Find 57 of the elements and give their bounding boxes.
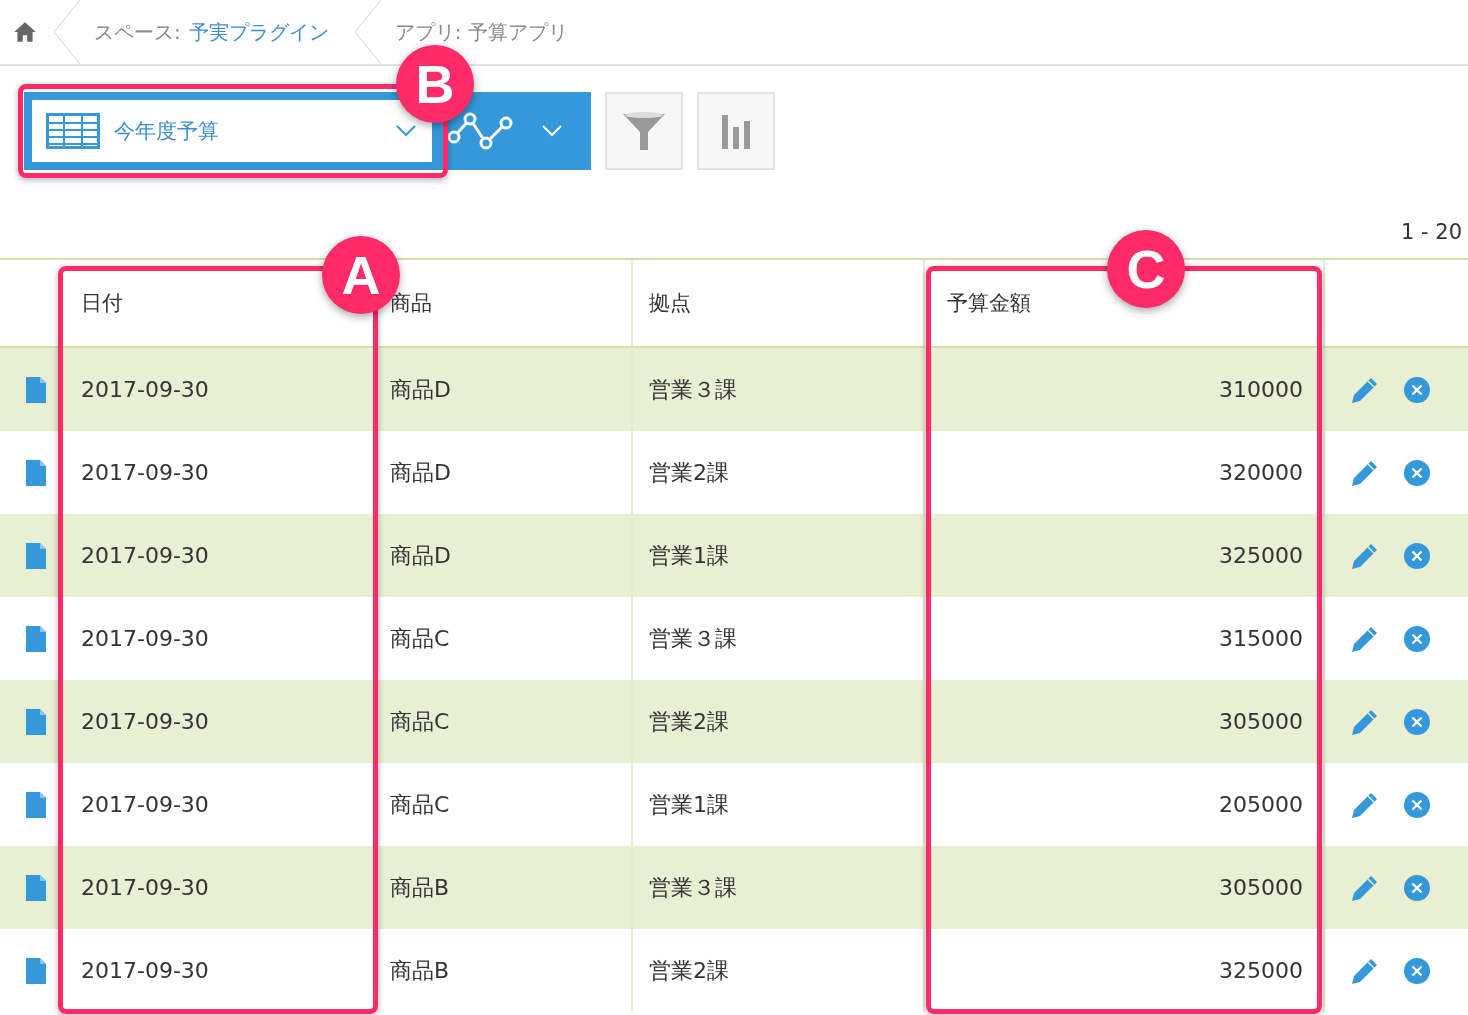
chevron-down-icon <box>396 125 416 137</box>
table-cell: 2017-09-30 <box>65 929 378 1012</box>
table-cell: 商品D <box>378 514 633 597</box>
table-cell: 2017-09-30 <box>65 514 378 597</box>
delete-icon[interactable] <box>1403 873 1431 902</box>
table-cell: 商品B <box>378 846 633 929</box>
table-cell: 2017-09-30 <box>65 846 378 929</box>
breadcrumb-link[interactable]: 予実プラグイン <box>188 18 329 46</box>
table-cell: 商品C <box>378 680 633 763</box>
table-cell: 営業2課 <box>633 680 925 763</box>
pencil-icon[interactable] <box>1351 375 1379 404</box>
table-cell: 305000 <box>925 680 1325 763</box>
table-cell: 310000 <box>925 348 1325 431</box>
delete-icon[interactable] <box>1403 956 1431 985</box>
document-icon[interactable] <box>25 791 46 818</box>
document-icon[interactable] <box>25 459 46 486</box>
pencil-icon[interactable] <box>1351 790 1379 819</box>
table-cell: 325000 <box>925 514 1325 597</box>
pencil-icon[interactable] <box>1351 707 1379 736</box>
delete-icon[interactable] <box>1403 624 1431 653</box>
pencil-icon[interactable] <box>1351 956 1379 985</box>
table-cell: 営業2課 <box>633 929 925 1012</box>
breadcrumb-label: スペース: <box>94 18 181 46</box>
table-cell: 2017-09-30 <box>65 348 378 431</box>
filter-button[interactable] <box>605 92 683 170</box>
delete-icon[interactable] <box>1403 458 1431 487</box>
callout-badge: B <box>396 45 474 123</box>
document-icon[interactable] <box>25 874 46 901</box>
document-icon[interactable] <box>25 542 46 569</box>
table-cell: 商品B <box>378 929 633 1012</box>
document-icon[interactable] <box>25 625 46 652</box>
table-cell: 305000 <box>925 846 1325 929</box>
table-cell: 営業３課 <box>633 348 925 431</box>
document-icon[interactable] <box>25 376 46 403</box>
delete-icon[interactable] <box>1403 375 1431 404</box>
pencil-icon[interactable] <box>1351 541 1379 570</box>
chevron-down-icon <box>542 125 562 137</box>
pagination-range: 1 - 20 <box>1401 220 1462 246</box>
table-cell: 325000 <box>925 929 1325 1012</box>
delete-icon[interactable] <box>1403 790 1431 819</box>
table-cell: 商品D <box>378 348 633 431</box>
breadcrumb-current: アプリ: 予算アプリ <box>394 18 568 46</box>
table-cell: 2017-09-30 <box>65 680 378 763</box>
column-header: 拠点 <box>633 260 925 346</box>
delete-icon[interactable] <box>1403 541 1431 570</box>
table-cell: 営業1課 <box>633 514 925 597</box>
delete-icon[interactable] <box>1403 707 1431 736</box>
chart-button[interactable] <box>697 92 775 170</box>
callout-badge: C <box>1107 230 1185 308</box>
table-icon <box>46 113 100 149</box>
table-cell: 営業３課 <box>633 846 925 929</box>
bar-chart-icon <box>720 113 752 149</box>
document-icon[interactable] <box>25 957 46 984</box>
document-icon[interactable] <box>25 708 46 735</box>
pencil-icon[interactable] <box>1351 873 1379 902</box>
pencil-icon[interactable] <box>1351 624 1379 653</box>
pencil-icon[interactable] <box>1351 458 1379 487</box>
